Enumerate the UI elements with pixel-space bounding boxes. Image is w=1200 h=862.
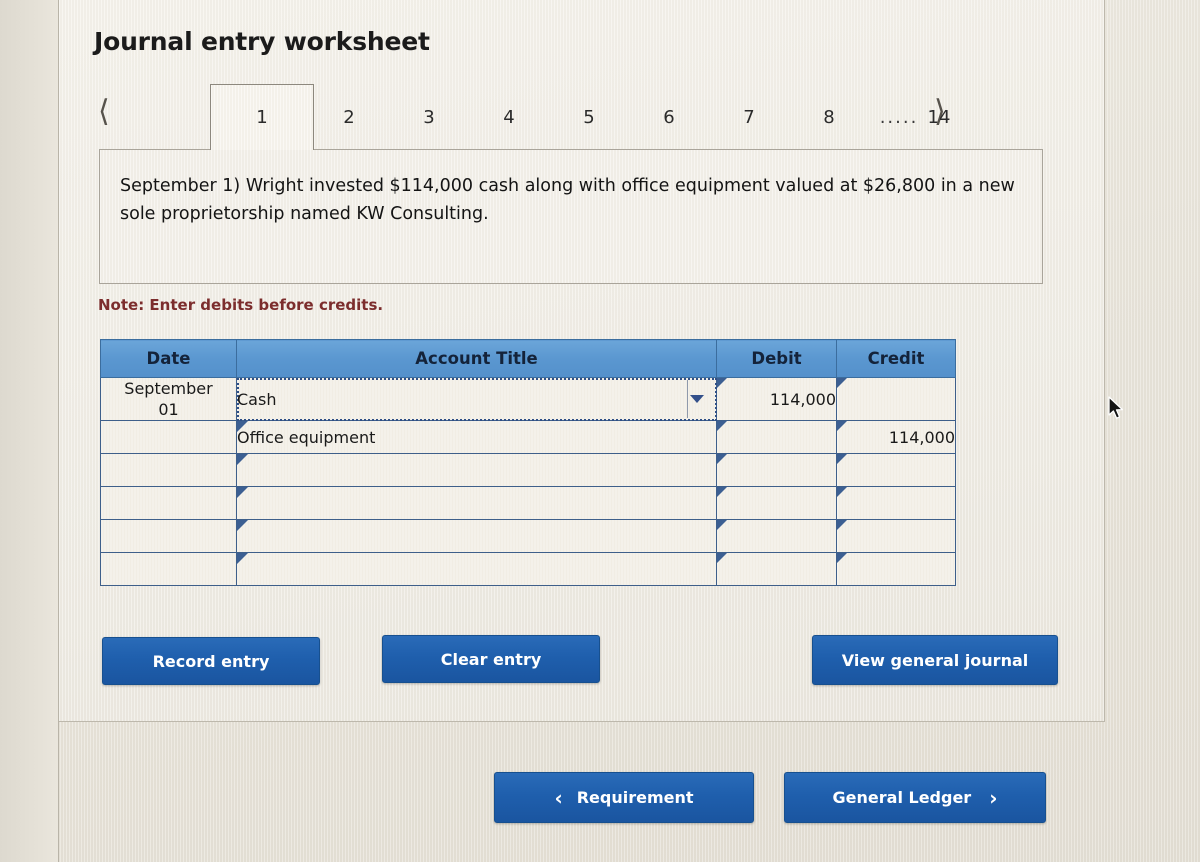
cell-corner-marker-icon: [717, 520, 727, 530]
tab-4[interactable]: 4: [474, 84, 544, 150]
cell-corner-marker-icon: [237, 454, 248, 465]
requirement-nav-button[interactable]: ‹ Requirement: [494, 772, 754, 823]
page-title: Journal entry worksheet: [94, 27, 430, 56]
column-header-date: Date: [100, 339, 237, 378]
cell-credit[interactable]: [836, 453, 956, 487]
cell-account-title[interactable]: [236, 552, 717, 586]
column-header-debit: Debit: [716, 339, 837, 378]
cell-corner-marker-icon: [837, 553, 847, 563]
transaction-text: September 1) Wright invested $114,000 ca…: [120, 176, 1015, 224]
clear-entry-label: Clear entry: [440, 649, 542, 669]
cell-debit[interactable]: [716, 486, 837, 520]
cell-date[interactable]: [100, 519, 237, 553]
tab-label: 14: [927, 106, 951, 128]
chevron-right-icon: ›: [989, 785, 998, 810]
cell-corner-marker-icon: [237, 553, 248, 564]
tab-6[interactable]: 6: [634, 84, 704, 150]
cell-credit[interactable]: [836, 486, 956, 520]
tab-5[interactable]: 5: [554, 84, 624, 150]
chevron-left-icon[interactable]: ⟨: [98, 97, 110, 127]
journal-entry-table: Date Account Title Debit Credit Septembe…: [100, 339, 956, 586]
cell-debit[interactable]: [716, 519, 837, 553]
cell-date[interactable]: [100, 420, 237, 454]
chevron-down-icon[interactable]: [690, 395, 704, 403]
transaction-description-box: September 1) Wright invested $114,000 ca…: [99, 149, 1043, 284]
left-page-gutter: [0, 0, 59, 862]
cell-corner-marker-icon: [837, 378, 847, 388]
cell-date[interactable]: [100, 552, 237, 586]
cell-credit[interactable]: [836, 552, 956, 586]
cell-account-title[interactable]: Cash: [236, 377, 717, 421]
general-ledger-nav-button[interactable]: General Ledger ›: [784, 772, 1046, 823]
general-ledger-label: General Ledger: [832, 788, 972, 807]
tab-label: 6: [663, 106, 675, 128]
cell-debit[interactable]: [716, 552, 837, 586]
cell-credit[interactable]: 114,000: [836, 420, 956, 454]
cell-corner-marker-icon: [717, 378, 727, 388]
cell-corner-marker-icon: [717, 553, 727, 563]
cell-debit[interactable]: [716, 420, 837, 454]
cell-debit[interactable]: [716, 453, 837, 487]
cell-corner-marker-icon: [837, 487, 847, 497]
table-row: [100, 519, 956, 553]
note-text: Note: Enter debits before credits.: [98, 296, 384, 314]
cell-debit-text: 114,000: [769, 389, 836, 409]
tab-3[interactable]: 3: [394, 84, 464, 150]
tab-label: 2: [343, 106, 355, 128]
tab-2[interactable]: 2: [314, 84, 384, 150]
column-header-credit: Credit: [836, 339, 956, 378]
record-entry-label: Record entry: [152, 651, 270, 671]
cell-account-title-text: Cash: [237, 389, 277, 409]
table-row: [100, 552, 956, 586]
tab-label: 4: [503, 106, 515, 128]
tab-8[interactable]: 8: [794, 84, 864, 150]
cell-account-title[interactable]: [236, 486, 717, 520]
dropdown-divider: [687, 380, 688, 418]
cell-corner-marker-icon: [837, 454, 847, 464]
tab-strip: ⟨ ⟩ 1 2 3 4 5 6 7 8..... 14: [94, 84, 1046, 150]
cell-corner-marker-icon: [237, 520, 248, 531]
cell-account-title[interactable]: [236, 453, 717, 487]
table-row: September 01 Cash 114,000: [100, 377, 956, 421]
tab-label: 7: [743, 106, 755, 128]
cell-account-title[interactable]: Office equipment: [236, 420, 717, 454]
cell-corner-marker-icon: [717, 421, 727, 431]
requirement-label: Requirement: [576, 788, 694, 807]
view-general-journal-label: View general journal: [841, 650, 1029, 670]
cell-account-title[interactable]: [236, 519, 717, 553]
table-row: [100, 486, 956, 520]
chevron-left-icon: ‹: [554, 785, 563, 810]
cell-corner-marker-icon: [237, 487, 248, 498]
tab-7[interactable]: 7: [714, 84, 784, 150]
cell-corner-marker-icon: [717, 454, 727, 464]
cell-corner-marker-icon: [837, 421, 847, 431]
tab-label: 3: [423, 106, 435, 128]
journal-table-body: September 01 Cash 114,000 Office equipment 1…: [100, 377, 956, 586]
tab-1[interactable]: 1: [210, 84, 314, 150]
cell-account-title-text: Office equipment: [237, 427, 376, 447]
cell-credit[interactable]: [836, 377, 956, 421]
cell-debit[interactable]: 114,000: [716, 377, 837, 421]
tab-label: 8: [823, 106, 835, 128]
tab-14[interactable]: 14: [904, 84, 974, 150]
cell-credit-text: 114,000: [888, 427, 955, 447]
table-row: Office equipment 114,000: [100, 420, 956, 454]
table-header-row: Date Account Title Debit Credit: [100, 339, 956, 378]
tab-label: 1: [256, 107, 268, 128]
cell-date[interactable]: [100, 453, 237, 487]
cell-corner-marker-icon: [717, 487, 727, 497]
cell-credit[interactable]: [836, 519, 956, 553]
tab-label: 5: [583, 106, 595, 128]
cell-date[interactable]: [100, 486, 237, 520]
table-row: [100, 453, 956, 487]
cell-date[interactable]: September 01: [100, 377, 237, 421]
cell-corner-marker-icon: [837, 520, 847, 530]
column-header-account: Account Title: [236, 339, 717, 378]
clear-entry-button[interactable]: Clear entry: [382, 635, 600, 683]
view-general-journal-button[interactable]: View general journal: [812, 635, 1058, 685]
record-entry-button[interactable]: Record entry: [102, 637, 320, 685]
